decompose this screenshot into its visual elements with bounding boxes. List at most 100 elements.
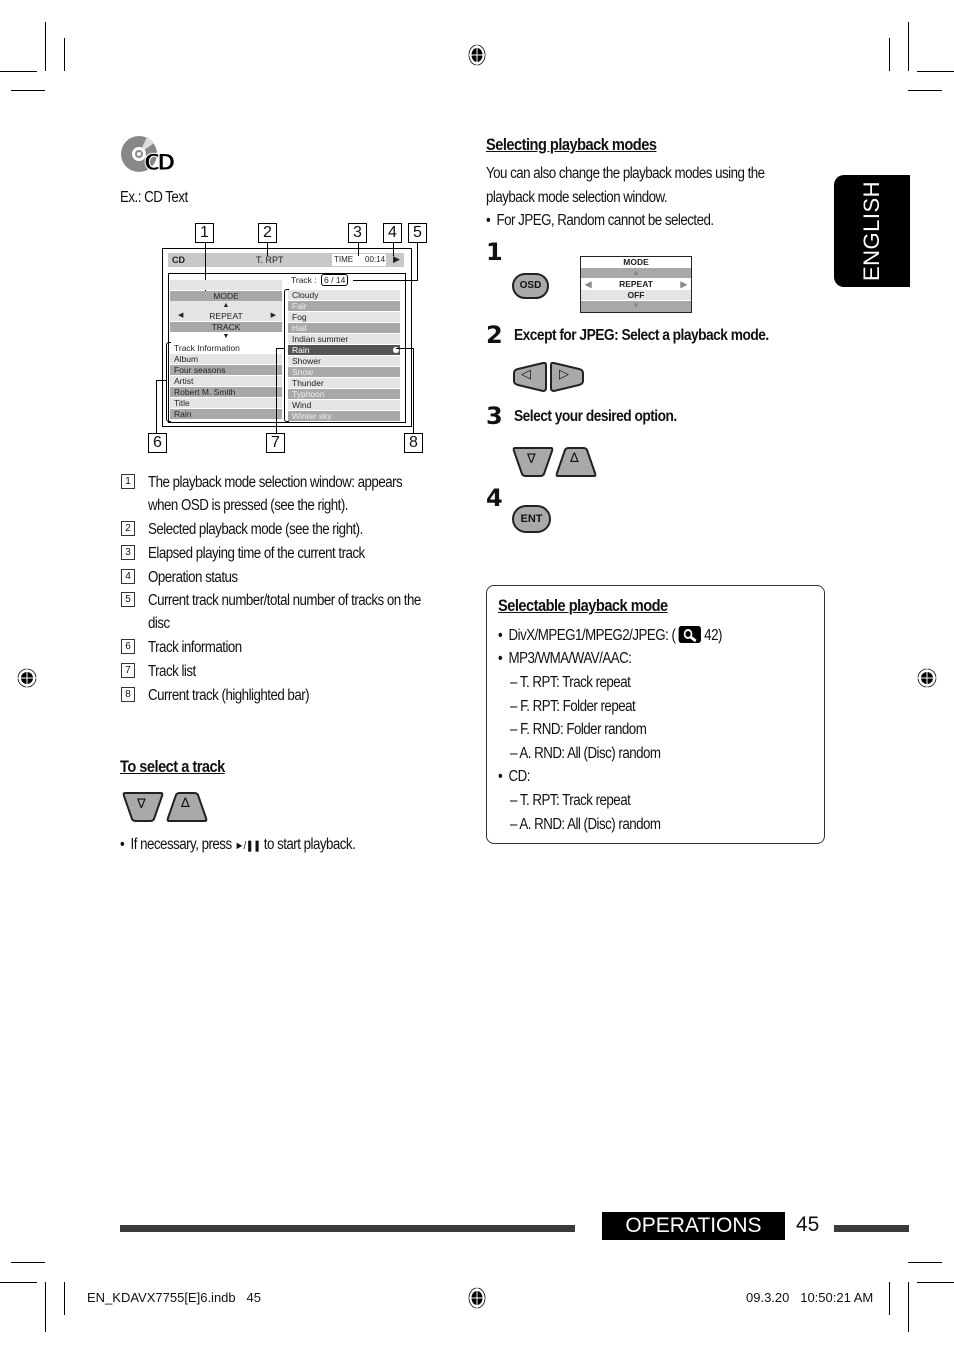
track-info-row: Artist bbox=[170, 376, 282, 386]
track-list-item[interactable]: Indian summer bbox=[288, 334, 400, 344]
crop-mark bbox=[917, 71, 954, 72]
legend-item: 3 Elapsed playing time of the current tr… bbox=[121, 545, 400, 563]
select-track-note: • If necessary, press ►/❚❚ to start play… bbox=[120, 836, 356, 854]
magnifier-reference-icon bbox=[678, 626, 701, 643]
mode-item-row: ◀ REPEAT ▶ bbox=[170, 311, 282, 321]
legend-number: 7 bbox=[121, 663, 135, 678]
callout-4: 4 bbox=[383, 223, 402, 243]
right-arrow-icon: ▶ bbox=[270, 312, 276, 319]
crop-mark bbox=[908, 1262, 942, 1263]
legend-item: 8 Current track (highlighted bar) bbox=[121, 687, 335, 705]
time-label: TIME bbox=[334, 255, 354, 264]
mode-item: REPEAT bbox=[209, 311, 243, 321]
mp3-item: • MP3/WMA/WAV/AAC: bbox=[498, 650, 632, 668]
play-icon: ▶ bbox=[393, 254, 400, 264]
select-track-heading: To select a track bbox=[120, 757, 225, 776]
registration-mark-icon bbox=[916, 667, 938, 689]
cd-logo: CD bbox=[120, 135, 176, 177]
track-list-item[interactable]: Winter sky bbox=[288, 411, 400, 421]
footer-rule-right bbox=[834, 1225, 909, 1232]
play-pause-icon: ►/❚❚ bbox=[234, 840, 261, 852]
track-info-title: Track Information bbox=[170, 343, 282, 353]
legend-number: 5 bbox=[121, 592, 135, 607]
preview-mode-value: OFF bbox=[581, 290, 691, 300]
step-number: 3 bbox=[486, 402, 503, 430]
crop-mark bbox=[0, 71, 37, 72]
selectable-heading: Selectable playback mode bbox=[498, 596, 668, 615]
crop-mark bbox=[64, 1282, 65, 1315]
example-caption: Ex.: CD Text bbox=[120, 189, 188, 206]
track-info-row: Album bbox=[170, 354, 282, 364]
leader-line bbox=[396, 348, 413, 349]
leader-line bbox=[393, 242, 394, 256]
mode-down-arrow: ▼ bbox=[222, 333, 230, 340]
legend-number: 6 bbox=[121, 639, 135, 654]
preview-item-row: ◀ REPEAT ▶ bbox=[581, 279, 691, 289]
left-arrow-icon: ◁ bbox=[521, 367, 531, 382]
track-list-item[interactable]: Snow bbox=[288, 367, 400, 377]
mode-option: – F. RPT: Folder repeat bbox=[510, 698, 636, 715]
track-list-item[interactable]: Cloudy bbox=[288, 290, 400, 300]
leader-line bbox=[358, 242, 359, 256]
track-list-item[interactable]: Typhoon bbox=[288, 389, 400, 399]
crop-mark bbox=[64, 38, 65, 71]
bullet: • bbox=[498, 768, 509, 785]
legend-text: The playback mode selection window: appe… bbox=[148, 474, 403, 491]
legend-text: disc bbox=[148, 615, 170, 632]
source-label: CD bbox=[172, 255, 185, 265]
intro-line: playback mode selection window. bbox=[486, 189, 668, 206]
leader-line bbox=[417, 242, 418, 280]
mode-title: MODE bbox=[170, 291, 282, 301]
crop-mark bbox=[889, 1282, 890, 1315]
ent-button[interactable]: ENT bbox=[512, 505, 551, 533]
mode-option: – T. RPT: Track repeat bbox=[510, 674, 631, 691]
intro-line: You can also change the playback modes u… bbox=[486, 165, 765, 182]
up-arrow-icon: ∆ bbox=[181, 796, 190, 811]
print-timestamp: 09.3.20 10:50:21 AM bbox=[746, 1290, 874, 1305]
track-list-item[interactable]: Fair bbox=[288, 301, 400, 311]
bullet: • bbox=[498, 650, 509, 667]
page-number: 45 bbox=[796, 1213, 820, 1236]
crop-mark bbox=[908, 1282, 909, 1332]
divx-item: • DivX/MPEG1/MPEG2/JPEG: ( 42) bbox=[498, 626, 722, 645]
legend-number: 4 bbox=[121, 569, 135, 584]
cd-logo-text: CD bbox=[143, 151, 175, 177]
osd-button[interactable]: OSD bbox=[512, 273, 549, 299]
track-counter-area: Track : 6 / 14 bbox=[291, 274, 349, 286]
mode-up-arrow: ▲ bbox=[170, 301, 282, 311]
track-list-item[interactable]: Hail bbox=[288, 323, 400, 333]
track-list-item-current[interactable]: Rain bbox=[288, 345, 400, 355]
language-tab-label: ENGLISH bbox=[859, 180, 884, 282]
mode-window-preview: MODE ▲ ◀ REPEAT ▶ OFF ▼ bbox=[580, 256, 692, 313]
track-list-item[interactable]: Fog bbox=[288, 312, 400, 322]
track-list-item[interactable]: Wind bbox=[288, 400, 400, 410]
playback-modes-heading: Selecting playback modes bbox=[486, 135, 657, 154]
time-value: 00:14 bbox=[365, 255, 386, 264]
cd-label: CD: bbox=[508, 768, 531, 785]
track-list-item[interactable]: Thunder bbox=[288, 378, 400, 388]
legend-item: 5 Current track number/total number of t… bbox=[121, 592, 465, 633]
left-arrow-icon: ◀ bbox=[178, 312, 184, 319]
bullet: • bbox=[498, 627, 509, 644]
track-list-item[interactable]: Shower bbox=[288, 356, 400, 366]
bracket-7 bbox=[284, 289, 289, 422]
legend-item: 2 Selected playback mode (see the right)… bbox=[121, 521, 398, 539]
legend-number: 8 bbox=[121, 687, 135, 702]
track-info-row: Rain bbox=[170, 409, 282, 419]
print-file-name: EN_KDAVX7755[E]6.indb 45 bbox=[87, 1290, 261, 1305]
up-arrow-icon: ∆ bbox=[570, 451, 579, 466]
step-text: Select your desired option. bbox=[514, 408, 677, 425]
crop-mark bbox=[0, 1282, 37, 1283]
section-label-box: OPERATIONS bbox=[602, 1212, 785, 1240]
registration-mark-icon bbox=[468, 43, 486, 67]
legend-text: Current track (highlighted bar) bbox=[148, 687, 310, 704]
down-arrow-icon: ∇ bbox=[137, 797, 146, 812]
preview-down-arrow: ▼ bbox=[581, 301, 691, 312]
crop-mark bbox=[908, 90, 942, 91]
track-info-row: Title bbox=[170, 398, 282, 408]
callout-8: 8 bbox=[404, 433, 423, 453]
legend-text: Operation status bbox=[148, 569, 238, 586]
left-arrow-icon: ◀ bbox=[585, 279, 592, 289]
callout-1: 1 bbox=[195, 223, 214, 243]
leader-line bbox=[276, 348, 277, 433]
